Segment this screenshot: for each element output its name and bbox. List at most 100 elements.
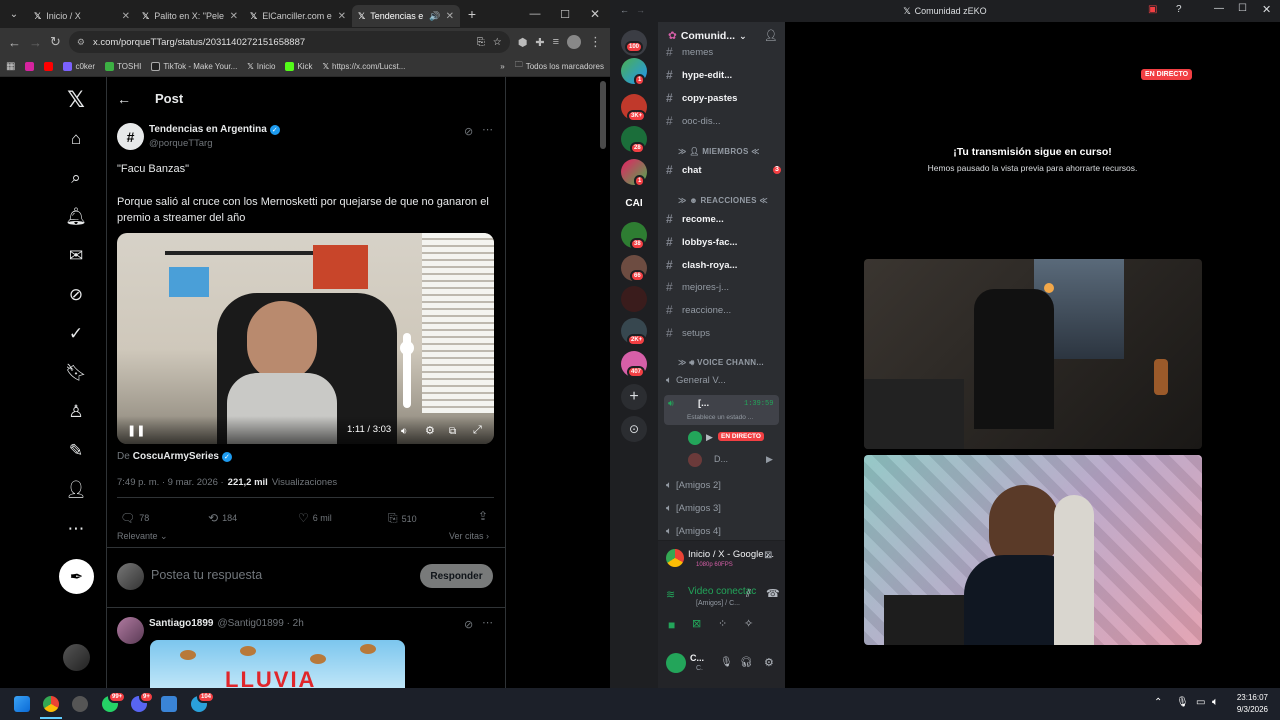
view-quotes-link[interactable]: Ver citas › [449, 531, 489, 541]
minimize-icon[interactable]: — [1214, 3, 1224, 14]
bookmark-1[interactable]: c0ker [63, 61, 95, 71]
category-reactions[interactable]: ≫ ☻ REACCIONES ≪ [678, 196, 768, 205]
obs-icon[interactable] [72, 696, 88, 712]
camera-button[interactable]: ■ [668, 618, 675, 632]
user-settings-icon[interactable]: ⚙ [764, 656, 774, 669]
more-icon[interactable]: ⋯ [56, 519, 96, 539]
bookmark-5[interactable]: Kick [285, 61, 313, 71]
video-player[interactable]: ❚❚ 1:11 / 3:03 🔉︎ ⚙ ⧉ ⤢ [117, 233, 494, 444]
pause-icon[interactable]: ❚❚ [127, 424, 145, 437]
activities-button[interactable]: ⁘ [718, 617, 727, 630]
member-name[interactable]: D... [714, 454, 728, 464]
extension-icon[interactable]: ⬢ [518, 36, 528, 49]
reply-image[interactable]: LLUVIA [150, 640, 405, 688]
back-arrow-icon[interactable]: ← [117, 91, 131, 107]
invite-icon[interactable]: 👤︎ [764, 29, 778, 42]
sort-dropdown[interactable]: Relevante ⌄ [117, 531, 168, 542]
channel-setups[interactable]: # setups [666, 326, 785, 340]
inbox-icon[interactable]: ▣ [1148, 4, 1157, 15]
site-info-icon[interactable]: ⚙ [77, 37, 85, 48]
grok-icon[interactable]: ⊘ [464, 618, 473, 631]
grok-icon[interactable]: ⊘ [464, 125, 473, 138]
server-icon[interactable] [621, 286, 647, 312]
bookmarks-icon[interactable]: 🔖︎ [56, 363, 96, 383]
channel-hype-edits[interactable]: # hype-edit... [666, 68, 785, 82]
channel-chat[interactable]: # chat [666, 163, 785, 177]
channel-reacciones[interactable]: # reaccione... [666, 303, 785, 317]
x-logo-icon[interactable]: 𝕏 [56, 87, 96, 113]
disconnect-icon[interactable]: ☎ [766, 587, 780, 600]
window-close-icon[interactable]: ✕ [1262, 3, 1271, 16]
puzzle-icon[interactable]: ✚ [535, 36, 544, 49]
instagram-icon[interactable] [25, 61, 35, 71]
back-icon[interactable]: ← [8, 35, 21, 50]
reply-more-icon[interactable]: ⋯ [482, 616, 493, 629]
reload-icon[interactable]: ↻ [50, 34, 61, 50]
maximize-icon[interactable]: ☐ [550, 8, 580, 21]
forward-icon[interactable]: → [636, 5, 645, 15]
install-icon[interactable]: ⎘ [477, 37, 485, 48]
bookmark-2[interactable]: TOSHI [105, 61, 141, 71]
self-avatar[interactable] [666, 653, 686, 673]
add-server-icon[interactable]: + [621, 384, 647, 410]
soundboard-button[interactable]: ✧ [744, 617, 753, 630]
reply-input[interactable]: Postea tu respuesta [151, 568, 262, 582]
start-icon[interactable] [14, 696, 30, 712]
tab-1[interactable]: 𝕏 Inicio / X ✕ [28, 5, 136, 27]
search-icon[interactable]: ⌕ [56, 168, 96, 188]
menu-icon[interactable]: ⋮ [589, 34, 602, 50]
all-bookmarks[interactable]: 🗀 Todos los marcadores [515, 59, 604, 73]
post-timestamp[interactable]: 7:49 p. m. · 9 mar. 2026 · [117, 477, 224, 488]
close-icon[interactable]: ✕ [446, 11, 454, 22]
from-account-link[interactable]: CoscuArmySeries [133, 451, 219, 462]
audio-icon[interactable]: 🔊 [429, 11, 440, 22]
voice-amigos-3[interactable]: 🔈︎ [Amigos 3] [666, 503, 785, 514]
bookmark-3[interactable]: TikTok - Make Your... [151, 61, 237, 71]
bookmark-6[interactable]: 𝕏https://x.com/Lucst... [323, 62, 406, 71]
pip-icon[interactable]: ⧉ [449, 426, 456, 437]
premium-icon[interactable]: ✓ [56, 324, 96, 344]
noise-suppression-icon[interactable]: ⫽ [746, 588, 751, 601]
help-icon[interactable]: ? [1176, 4, 1182, 15]
volume-tray-icon[interactable]: 🔈︎ [1212, 696, 1219, 709]
tab-2[interactable]: 𝕏 Palito en X: "Pele ✕ [136, 5, 244, 27]
bookmark-star-icon[interactable]: ☆ [493, 37, 502, 48]
account-avatar[interactable] [63, 644, 90, 671]
close-icon[interactable]: ✕ [122, 11, 130, 22]
discover-icon[interactable]: ⊙ [621, 416, 647, 442]
media-icon[interactable]: ≡ [553, 36, 559, 48]
author-handle[interactable]: @porqueTTarg [149, 138, 213, 149]
reply-action[interactable]: 🗨︎ 78 [120, 511, 149, 525]
bookmark-action[interactable]: ⎘ 510 [388, 511, 417, 526]
tab-3[interactable]: 𝕏 ElCanciller.com e ✕ [244, 5, 352, 27]
back-icon[interactable]: ← [620, 5, 629, 15]
compose-post-button[interactable]: ✒ [59, 559, 94, 594]
new-tab-icon[interactable]: + [460, 6, 484, 22]
tab-4-active[interactable]: 𝕏 Tendencias e 🔊 ✕ [352, 5, 460, 27]
more-bookmarks-icon[interactable]: » [500, 62, 504, 71]
clock-time[interactable]: 23:16:07 [1234, 693, 1268, 702]
close-icon[interactable]: ✕ [230, 11, 238, 22]
fullscreen-icon[interactable]: ⤢ [473, 424, 482, 437]
volume-icon[interactable]: 🔉︎ [401, 426, 407, 437]
articles-icon[interactable]: ✎ [56, 441, 96, 461]
stream-tile-room[interactable] [864, 259, 1202, 449]
voice-status[interactable]: Establece un estado ... [687, 414, 753, 421]
jobs-icon[interactable]: ♙ [56, 402, 96, 422]
address-bar[interactable]: ⚙ x.com/porqueTTarg/status/2031140272151… [68, 31, 510, 53]
channel-ooc[interactable]: # ooc-dis... [666, 114, 785, 128]
profile-avatar[interactable] [567, 35, 581, 49]
messages-icon[interactable]: ✉ [56, 246, 96, 266]
category-members[interactable]: ≫ 👤︎ MIEMBROS ≪ [678, 147, 760, 156]
close-icon[interactable]: ✕ [338, 11, 346, 22]
mic-tray-icon[interactable]: 🎙︎ [1176, 697, 1189, 708]
screen-share-button[interactable]: ⊠ [692, 617, 701, 630]
bookmark-4[interactable]: 𝕏 Inicio [247, 62, 275, 71]
repost-action[interactable]: ⟲ 184 [208, 511, 237, 525]
apps-icon[interactable]: ▦ [6, 61, 15, 72]
server-header[interactable]: ✿ Comunid... ⌄ [668, 30, 747, 42]
profile-icon[interactable]: 👤︎ [56, 480, 96, 500]
reply-author-avatar[interactable] [117, 617, 144, 644]
channel-copy-pastes[interactable]: # copy-pastes [666, 91, 785, 105]
forward-icon[interactable]: → [29, 35, 42, 50]
